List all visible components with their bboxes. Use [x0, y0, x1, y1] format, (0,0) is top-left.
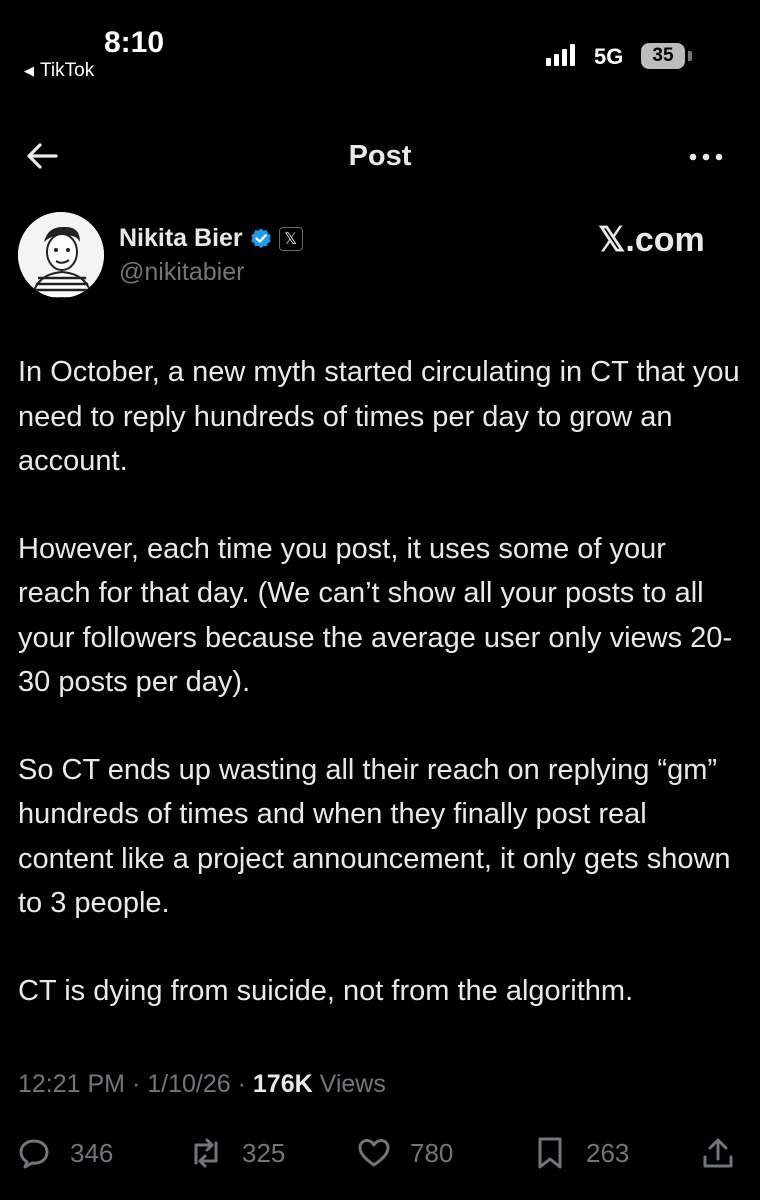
- bookmark-button[interactable]: 263: [532, 1130, 629, 1176]
- post-header: Post: [0, 118, 760, 198]
- post-paragraph: In October, a new myth started circulati…: [18, 356, 740, 477]
- like-button[interactable]: 780: [356, 1130, 453, 1176]
- share-icon: [703, 1138, 733, 1168]
- reply-button[interactable]: 346: [16, 1130, 113, 1176]
- x-affiliate-badge-icon: 𝕏: [278, 226, 303, 251]
- repost-button[interactable]: 325: [188, 1130, 285, 1176]
- reply-icon: [19, 1139, 49, 1169]
- post-meta: 12:21 PM · 1/10/26 · 176K Views: [18, 1070, 386, 1099]
- bookmark-icon: [538, 1137, 562, 1169]
- like-count: 780: [410, 1137, 454, 1168]
- post-time[interactable]: 12:21 PM: [18, 1070, 125, 1098]
- back-triangle-icon: ◀: [24, 63, 34, 78]
- post-paragraph: However, each time you post, it uses som…: [18, 532, 733, 699]
- heart-icon: [358, 1139, 390, 1167]
- repost-icon: [194, 1138, 218, 1168]
- status-time: 8:10: [104, 26, 165, 59]
- back-to-app-link[interactable]: ◀ TikTok: [24, 60, 94, 82]
- battery-icon: 35: [641, 43, 685, 69]
- avatar-illustration: [18, 212, 104, 298]
- page-title: Post: [348, 140, 412, 172]
- verified-badge-icon: [250, 228, 271, 248]
- share-button[interactable]: [700, 1130, 736, 1176]
- post-paragraph: CT is dying from suicide, not from the a…: [18, 974, 634, 1007]
- signal-icon: [546, 44, 575, 66]
- battery-tip: [688, 51, 692, 61]
- post-paragraph: So CT ends up wasting all their reach on…: [18, 753, 731, 920]
- bookmark-count: 263: [586, 1137, 630, 1168]
- meta-separator: ·: [237, 1070, 246, 1098]
- avatar[interactable]: [18, 212, 104, 298]
- more-options-icon[interactable]: [686, 142, 726, 172]
- repost-count: 325: [242, 1137, 286, 1168]
- meta-separator: ·: [131, 1070, 141, 1098]
- views-count: 176K: [252, 1070, 313, 1098]
- views-label: Views: [319, 1070, 386, 1098]
- back-app-label: TikTok: [40, 60, 95, 81]
- watermark-xcom: 𝕏.com: [598, 221, 705, 259]
- post-date[interactable]: 1/10/26: [147, 1070, 230, 1098]
- status-bar: 8:10 ◀ TikTok 5G 35: [0, 0, 760, 100]
- author-handle[interactable]: @nikitabier: [119, 258, 244, 287]
- post-text: In October, a new myth started circulati…: [18, 350, 744, 1056]
- author-name-row[interactable]: Nikita Bier 𝕏: [119, 224, 303, 253]
- author-name[interactable]: Nikita Bier: [119, 224, 243, 253]
- action-bar: 346 325 780 263: [0, 1130, 760, 1180]
- network-type: 5G: [594, 44, 624, 69]
- reply-count: 346: [70, 1137, 114, 1168]
